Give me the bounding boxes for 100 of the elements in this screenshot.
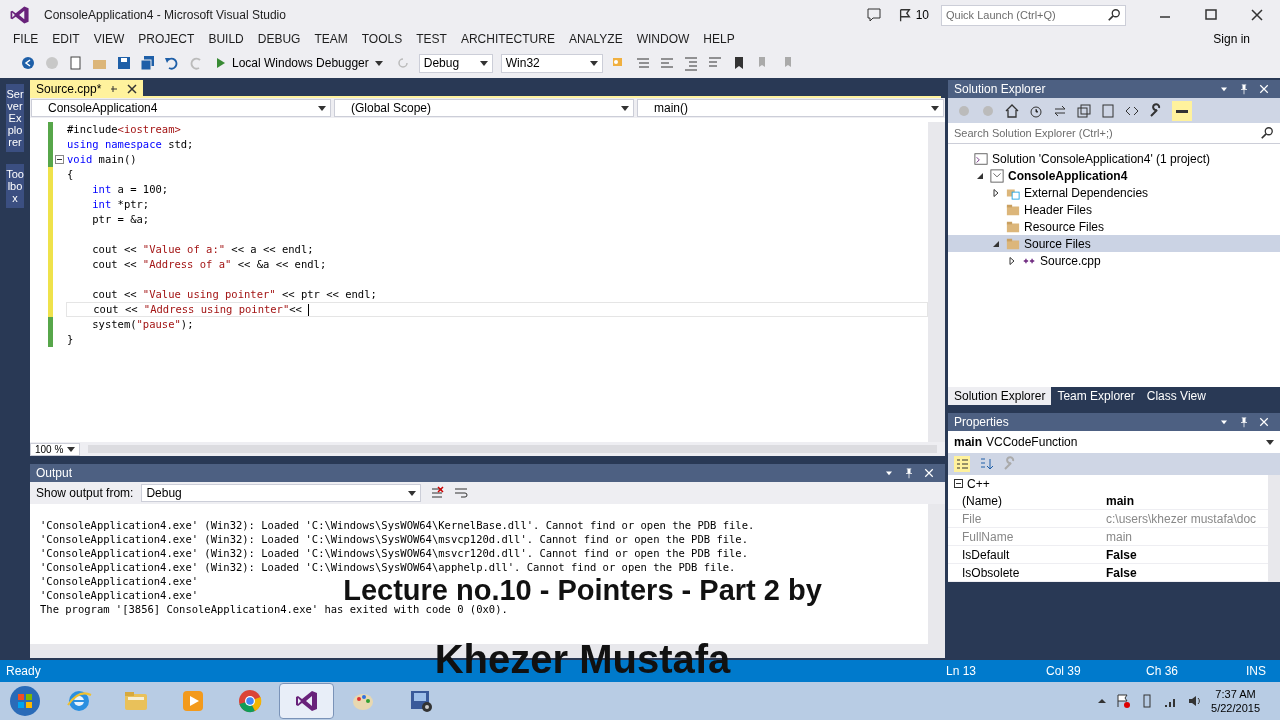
sign-in-link[interactable]: Sign in (1213, 30, 1250, 48)
home-icon[interactable] (1004, 102, 1020, 119)
menu-item[interactable]: EDIT (45, 30, 87, 48)
quick-launch-field[interactable]: Quick Launch (Ctrl+Q) (941, 4, 1126, 26)
code-line: system("pause"); (91, 318, 194, 331)
uncomment-icon[interactable] (658, 55, 675, 71)
caret-icon (589, 60, 598, 66)
output-line: The program '[3856] ConsoleApplication4.exe' has exited with code 0 (0x0). (40, 602, 508, 616)
back-icon[interactable] (20, 55, 36, 71)
collapse-icon[interactable] (954, 479, 963, 488)
object-dropdown[interactable]: main VCCodeFunction (948, 431, 1280, 453)
show-files-icon[interactable] (1100, 102, 1116, 119)
collapse-all-icon[interactable] (1076, 102, 1092, 119)
taskbar-button[interactable] (279, 683, 334, 719)
panel-title: Properties (954, 414, 1010, 431)
tree-item[interactable]: Solution 'ConsoleApplication4' (1 project) (948, 150, 1280, 167)
code-line: cout << "Value of a:" << a << endl; (91, 243, 314, 256)
undo-icon[interactable] (164, 55, 180, 71)
code-line: int *ptr; (91, 198, 150, 211)
search-icon[interactable] (1260, 126, 1274, 140)
text-cursor (308, 303, 310, 316)
menu-item[interactable]: FILE (6, 30, 46, 48)
menu-item[interactable]: PROJECT (131, 30, 202, 48)
tree-item[interactable]: Resource Files (948, 218, 1280, 235)
vertical-scrollbar[interactable] (928, 122, 945, 442)
menu-item[interactable]: DEBUG (250, 30, 308, 48)
preview-icon[interactable] (1172, 100, 1192, 121)
output-line: 'ConsoleApplication4.exe' (40, 574, 199, 588)
platform-dropdown[interactable]: Win32 (500, 53, 603, 73)
property-name: (Name) (961, 493, 1003, 509)
output-source-dropdown[interactable]: Debug (141, 484, 422, 502)
menu-item[interactable]: HELP (696, 30, 742, 48)
indent-icon[interactable] (682, 55, 699, 71)
expanded-icon[interactable] (976, 171, 984, 180)
expanded-icon[interactable] (992, 239, 1000, 248)
property-name: IsDefault (961, 547, 1011, 563)
code-line: cout << "Address of a" << &a << endl; (91, 258, 327, 271)
collapsed-icon[interactable] (1008, 256, 1016, 265)
sort-icon[interactable] (978, 456, 994, 472)
panel-tab[interactable]: Team Explorer (1051, 387, 1141, 405)
tree-label: External Dependencies (1024, 184, 1149, 202)
close-icon[interactable] (127, 84, 138, 94)
solution-icon (974, 151, 988, 166)
start-debugging-button[interactable]: Local Windows Debugger (212, 54, 387, 72)
save-all-icon[interactable] (140, 55, 156, 71)
clock-date: 5/22/2015 (1211, 701, 1260, 715)
panel-title: Solution Explorer (954, 81, 1047, 98)
navigation-dropdown[interactable]: main() (637, 99, 944, 117)
menu-item[interactable]: WINDOW (629, 30, 697, 48)
navigation-dropdown[interactable]: (Global Scope) (334, 99, 634, 117)
navigation-dropdown[interactable]: ConsoleApplication4 (31, 99, 331, 117)
flag-icon[interactable] (897, 8, 912, 22)
panel-tab[interactable]: Class View (1140, 387, 1212, 405)
side-tab[interactable]: Server Explorer (6, 84, 24, 152)
panel-tab[interactable]: Solution Explorer (948, 387, 1052, 405)
video-caption: Lecture no.10 - Pointers - Part 2 by (343, 576, 822, 604)
tree-item[interactable]: Source.cpp (948, 252, 1280, 269)
menu-item[interactable]: ARCHITECTURE (453, 30, 562, 48)
action-center-icon[interactable] (1115, 693, 1132, 709)
menu-item[interactable]: BUILD (201, 30, 251, 48)
chat-icon[interactable] (865, 7, 882, 23)
char-number: Ch 36 (1146, 663, 1179, 680)
vertical-scrollbar[interactable] (928, 504, 945, 644)
property-name: File (961, 511, 983, 527)
window-title: ConsoleApplication4 - Microsoft Visual Studio (44, 7, 286, 24)
tree-item[interactable]: Header Files (948, 201, 1280, 218)
zoom-dropdown[interactable]: 100 % (30, 442, 80, 456)
side-tab[interactable]: Toolbox (6, 164, 24, 208)
notification-count[interactable]: 10 (915, 6, 929, 24)
output-line: 'ConsoleApplication4.exe' (Win32): Loaded 'C:\Windows\SysWOW64\apphelp.dll'. Cannot find or open the PDB file. (40, 560, 736, 574)
show-hidden-icons-icon[interactable] (1097, 696, 1108, 706)
comment-icon[interactable] (634, 55, 651, 71)
code-line: cout << "Value using pointer" << ptr << endl; (91, 288, 377, 301)
menu-item[interactable]: TEST (409, 30, 454, 48)
insert-mode: INS (1246, 663, 1266, 680)
word-wrap-icon[interactable] (453, 485, 470, 501)
collapse-icon[interactable] (55, 155, 64, 164)
menu-item[interactable]: TOOLS (354, 30, 410, 48)
tree-item[interactable]: Source Files (948, 235, 1280, 252)
caret-icon (318, 105, 326, 111)
menu-item[interactable]: ANALYZE (561, 30, 630, 48)
menu-item[interactable]: TEAM (307, 30, 355, 48)
tree-item[interactable]: ConsoleApplication4 (948, 167, 1280, 184)
save-icon[interactable] (116, 55, 132, 71)
collapsed-icon[interactable] (992, 188, 1000, 197)
configuration-dropdown[interactable]: Debug (418, 53, 493, 73)
play-icon (216, 58, 226, 68)
new-project-icon[interactable] (68, 55, 84, 71)
tree-label: Header Files (1024, 201, 1093, 219)
categorized-icon[interactable] (954, 456, 970, 472)
pin-icon[interactable] (109, 84, 120, 94)
menu-item[interactable]: VIEW (86, 30, 132, 48)
vertical-scrollbar[interactable] (1268, 475, 1280, 582)
folder-icon (1006, 236, 1020, 251)
clear-all-icon[interactable] (429, 485, 446, 501)
tree-item[interactable]: External Dependencies (948, 184, 1280, 201)
search-icon[interactable] (1107, 8, 1121, 22)
quick-launch-field[interactable]: Quick Launch (Ctrl+Q) (942, 5, 1107, 25)
property-value: main (1105, 529, 1132, 545)
document-tab[interactable]: Source.cpp* (30, 80, 144, 98)
